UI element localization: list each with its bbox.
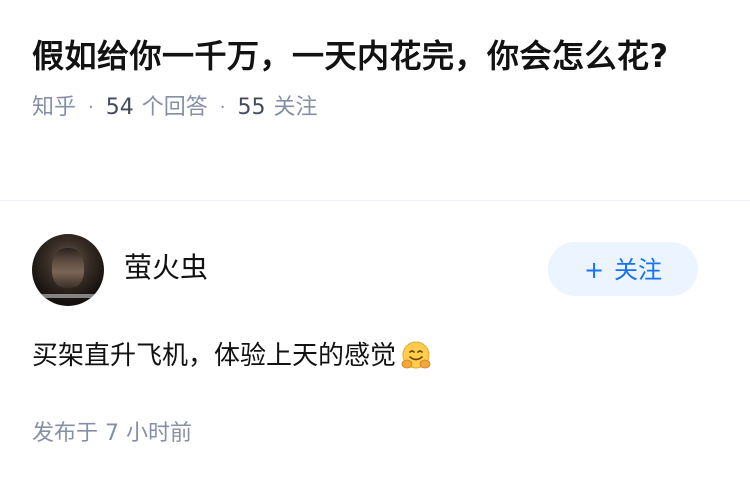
publish-time: 7 小时前 [105, 421, 193, 446]
section-divider [0, 200, 750, 201]
follow-button[interactable]: + 关注 [548, 242, 698, 296]
avatar-face [52, 248, 84, 288]
question-meta: 知乎 · 54 个回答 · 55 关注 [32, 90, 712, 126]
author-name[interactable]: 萤火虫 [124, 248, 208, 288]
answer-count-label: 个回答 [141, 95, 208, 120]
meta-separator: · [88, 97, 94, 118]
answer-content[interactable]: 买架直升飞机，体验上天的感觉 [32, 336, 432, 376]
author-row: 萤火虫 + 关注 [32, 234, 698, 306]
hugging-face-icon [401, 341, 431, 369]
avatar[interactable] [32, 234, 104, 306]
answer-count: 54 [105, 95, 134, 120]
meta-separator: · [219, 97, 226, 118]
publish-info: 发布于 7 小时前 [32, 416, 192, 452]
question-title[interactable]: 假如给你一千万，一天内花完，你会怎么花? [32, 30, 712, 82]
answer-text: 买架直升飞机，体验上天的感觉 [32, 341, 397, 371]
plus-icon: + [583, 256, 605, 284]
publish-label: 发布于 [32, 421, 99, 446]
question-header: 假如给你一千万，一天内花完，你会怎么花? 知乎 · 54 个回答 · 55 关注 [32, 30, 712, 126]
follow-count: 55 [237, 95, 266, 120]
avatar-caption [38, 294, 98, 298]
follow-count-label: 关注 [273, 95, 318, 120]
source-label[interactable]: 知乎 [32, 90, 76, 126]
follow-button-label: 关注 [614, 256, 663, 284]
